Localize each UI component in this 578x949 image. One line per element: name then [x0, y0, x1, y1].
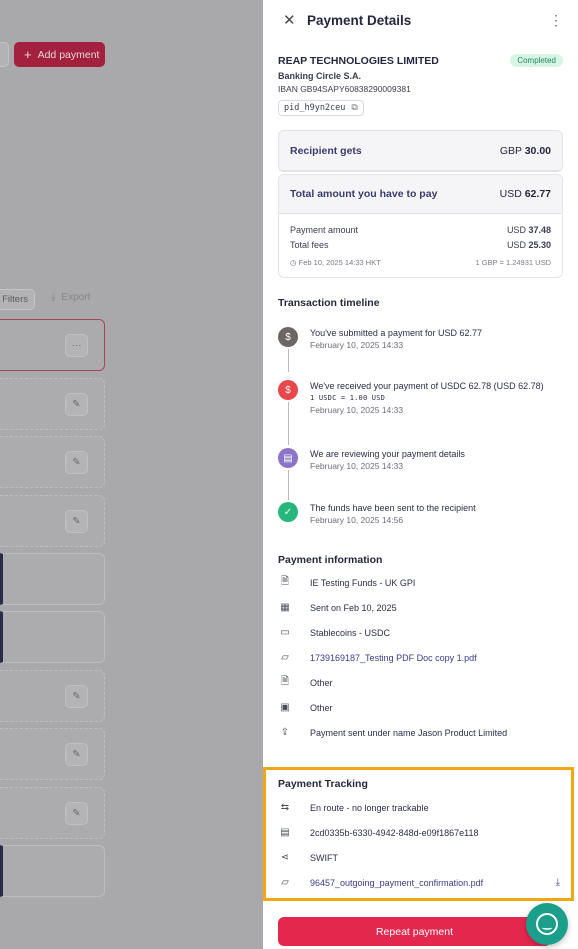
- tracking-status: ⇆ En route - no longer trackable: [278, 795, 560, 820]
- add-payment-label: Add payment: [37, 48, 100, 61]
- plus-icon: +: [24, 47, 32, 62]
- edit-icon[interactable]: ✎: [65, 802, 88, 825]
- attachment-link[interactable]: 1739169187_Testing PDF Doc copy 1.pdf: [310, 653, 477, 663]
- payment-id[interactable]: pid_h9yn2ceu ⧉: [278, 100, 364, 116]
- document-icon: 🗎: [280, 576, 290, 587]
- timeline-item: ✓ The funds have been sent to the recipi…: [278, 502, 548, 527]
- id-card-icon: ▤: [280, 827, 290, 838]
- table-row[interactable]: [0, 611, 105, 663]
- tracking-confirmation[interactable]: ▱ 96457_outgoing_payment_confirmation.pdf…: [278, 870, 560, 895]
- table-row[interactable]: [0, 553, 105, 605]
- table-row[interactable]: ✎: [0, 787, 105, 839]
- table-row[interactable]: ✎: [0, 670, 105, 722]
- recipient-gets-label: Recipient gets: [290, 144, 362, 157]
- edit-icon[interactable]: ✎: [65, 743, 88, 766]
- edit-icon[interactable]: ✎: [65, 510, 88, 533]
- table-row[interactable]: ✎: [0, 495, 105, 547]
- list-item: 🗎 IE Testing Funds - UK GPI: [278, 570, 563, 595]
- route-icon: ⇆: [280, 802, 290, 813]
- more-icon[interactable]: ···: [65, 334, 88, 357]
- file-upload-icon: ⇪: [280, 727, 290, 738]
- folder-icon: ▱: [281, 877, 289, 888]
- check-icon: ✓: [278, 502, 298, 522]
- toolbar-button[interactable]: [0, 42, 9, 67]
- drawer-header: ✕ Payment Details ⋮: [263, 0, 578, 40]
- total-fees-row: Total fees USD 25.30: [290, 240, 551, 250]
- background-page: + Add payment Filters ⤓ Export ··· ✎ ✎ ✎…: [0, 0, 263, 949]
- confirmation-link[interactable]: 96457_outgoing_payment_confirmation.pdf: [310, 878, 483, 888]
- share-icon: ⋖: [280, 852, 290, 863]
- document-icon: 🗎: [280, 676, 290, 687]
- company-name: REAP TECHNOLOGIES LIMITED: [278, 54, 439, 67]
- iban: IBAN GB94SAPY60838290009381: [278, 84, 411, 94]
- total-card: Total amount you have to pay USD 62.77 P…: [278, 174, 563, 278]
- bank-name: Banking Circle S.A.: [278, 71, 362, 81]
- list-item[interactable]: ▱ 1739169187_Testing PDF Doc copy 1.pdf: [278, 645, 563, 670]
- close-icon[interactable]: ✕: [283, 11, 296, 29]
- export-label: Export: [61, 292, 91, 303]
- edit-icon[interactable]: ✎: [65, 451, 88, 474]
- repeat-payment-button[interactable]: Repeat payment: [278, 917, 551, 946]
- drawer-title: Payment Details: [307, 12, 412, 28]
- total-value: USD 62.77: [499, 188, 551, 200]
- export-button[interactable]: ⤓ Export: [51, 292, 90, 303]
- download-icon[interactable]: ⤓: [556, 877, 560, 888]
- timeline-item: $ You've submitted a payment for USD 62.…: [278, 327, 548, 352]
- copy-icon[interactable]: ⧉: [351, 103, 357, 113]
- payment-id-value: pid_h9yn2ceu: [284, 103, 346, 113]
- chat-icon: ‿: [536, 913, 558, 935]
- wallet-icon: ▭: [280, 627, 290, 638]
- download-icon: ⤓: [51, 292, 56, 303]
- status-badge: Completed: [510, 54, 563, 67]
- add-payment-button[interactable]: + Add payment: [14, 42, 105, 67]
- recipient-gets-value: GBP 30.00: [499, 144, 551, 157]
- payment-tracking-heading: Payment Tracking: [278, 778, 368, 790]
- payment-tracking-section: Payment Tracking ⇆ En route - no longer t…: [263, 767, 574, 901]
- more-vertical-icon[interactable]: ⋮: [549, 12, 563, 29]
- list-item: 🗎 Other: [278, 670, 563, 695]
- list-item: ▣ Other: [278, 695, 563, 720]
- list-item: ▦ Sent on Feb 10, 2025: [278, 595, 563, 620]
- transaction-timeline: $ You've submitted a payment for USD 62.…: [278, 327, 563, 527]
- chat-launcher[interactable]: ‿: [526, 903, 568, 945]
- filters-button[interactable]: Filters: [0, 289, 35, 310]
- clock-icon: ◷: [290, 258, 297, 267]
- banknote-icon: ▣: [280, 702, 290, 713]
- edit-icon[interactable]: ✎: [65, 685, 88, 708]
- timeline-item: $ We've received your payment of USDC 62…: [278, 380, 548, 417]
- payment-info-heading: Payment information: [278, 554, 383, 566]
- timeline-item: ▤ We are reviewing your payment details …: [278, 448, 548, 473]
- table-row[interactable]: ···: [0, 319, 105, 371]
- tracking-network: ⋖ SWIFT: [278, 845, 560, 870]
- total-label: Total amount you have to pay: [290, 188, 438, 200]
- timeline-heading: Transaction timeline: [278, 297, 380, 309]
- calendar-icon: ▦: [280, 602, 290, 613]
- table-row[interactable]: ✎: [0, 728, 105, 780]
- fx-rate: 1 GBP = 1.24931 USD: [475, 258, 551, 267]
- payment-info-list: 🗎 IE Testing Funds - UK GPI ▦ Sent on Feb …: [278, 570, 563, 745]
- edit-icon[interactable]: ✎: [65, 393, 88, 416]
- recipient-gets-card: Recipient gets GBP 30.00: [278, 130, 563, 172]
- tracking-reference: ▤ 2cd0335b-6330-4942-848d-e09f1867e118: [278, 820, 560, 845]
- dollar-icon: $: [278, 327, 298, 347]
- list-item: ▭ Stablecoins - USDC: [278, 620, 563, 645]
- list-item: ⇪ Payment sent under name Jason Product L…: [278, 720, 563, 745]
- clipboard-icon: ▤: [278, 448, 298, 468]
- folder-icon: ▱: [281, 652, 289, 663]
- filters-label: Filters: [2, 294, 28, 305]
- payment-amount-row: Payment amount USD 37.48: [290, 225, 551, 235]
- payment-details-drawer: ✕ Payment Details ⋮ REAP TECHNOLOGIES LI…: [263, 0, 578, 949]
- table-row[interactable]: ✎: [0, 436, 105, 488]
- table-row[interactable]: [0, 845, 105, 897]
- quote-row: ◷ Feb 10, 2025 14:33 HKT 1 GBP = 1.24931…: [290, 258, 551, 267]
- table-row[interactable]: ✎: [0, 378, 105, 430]
- dollar-icon: $: [278, 380, 298, 400]
